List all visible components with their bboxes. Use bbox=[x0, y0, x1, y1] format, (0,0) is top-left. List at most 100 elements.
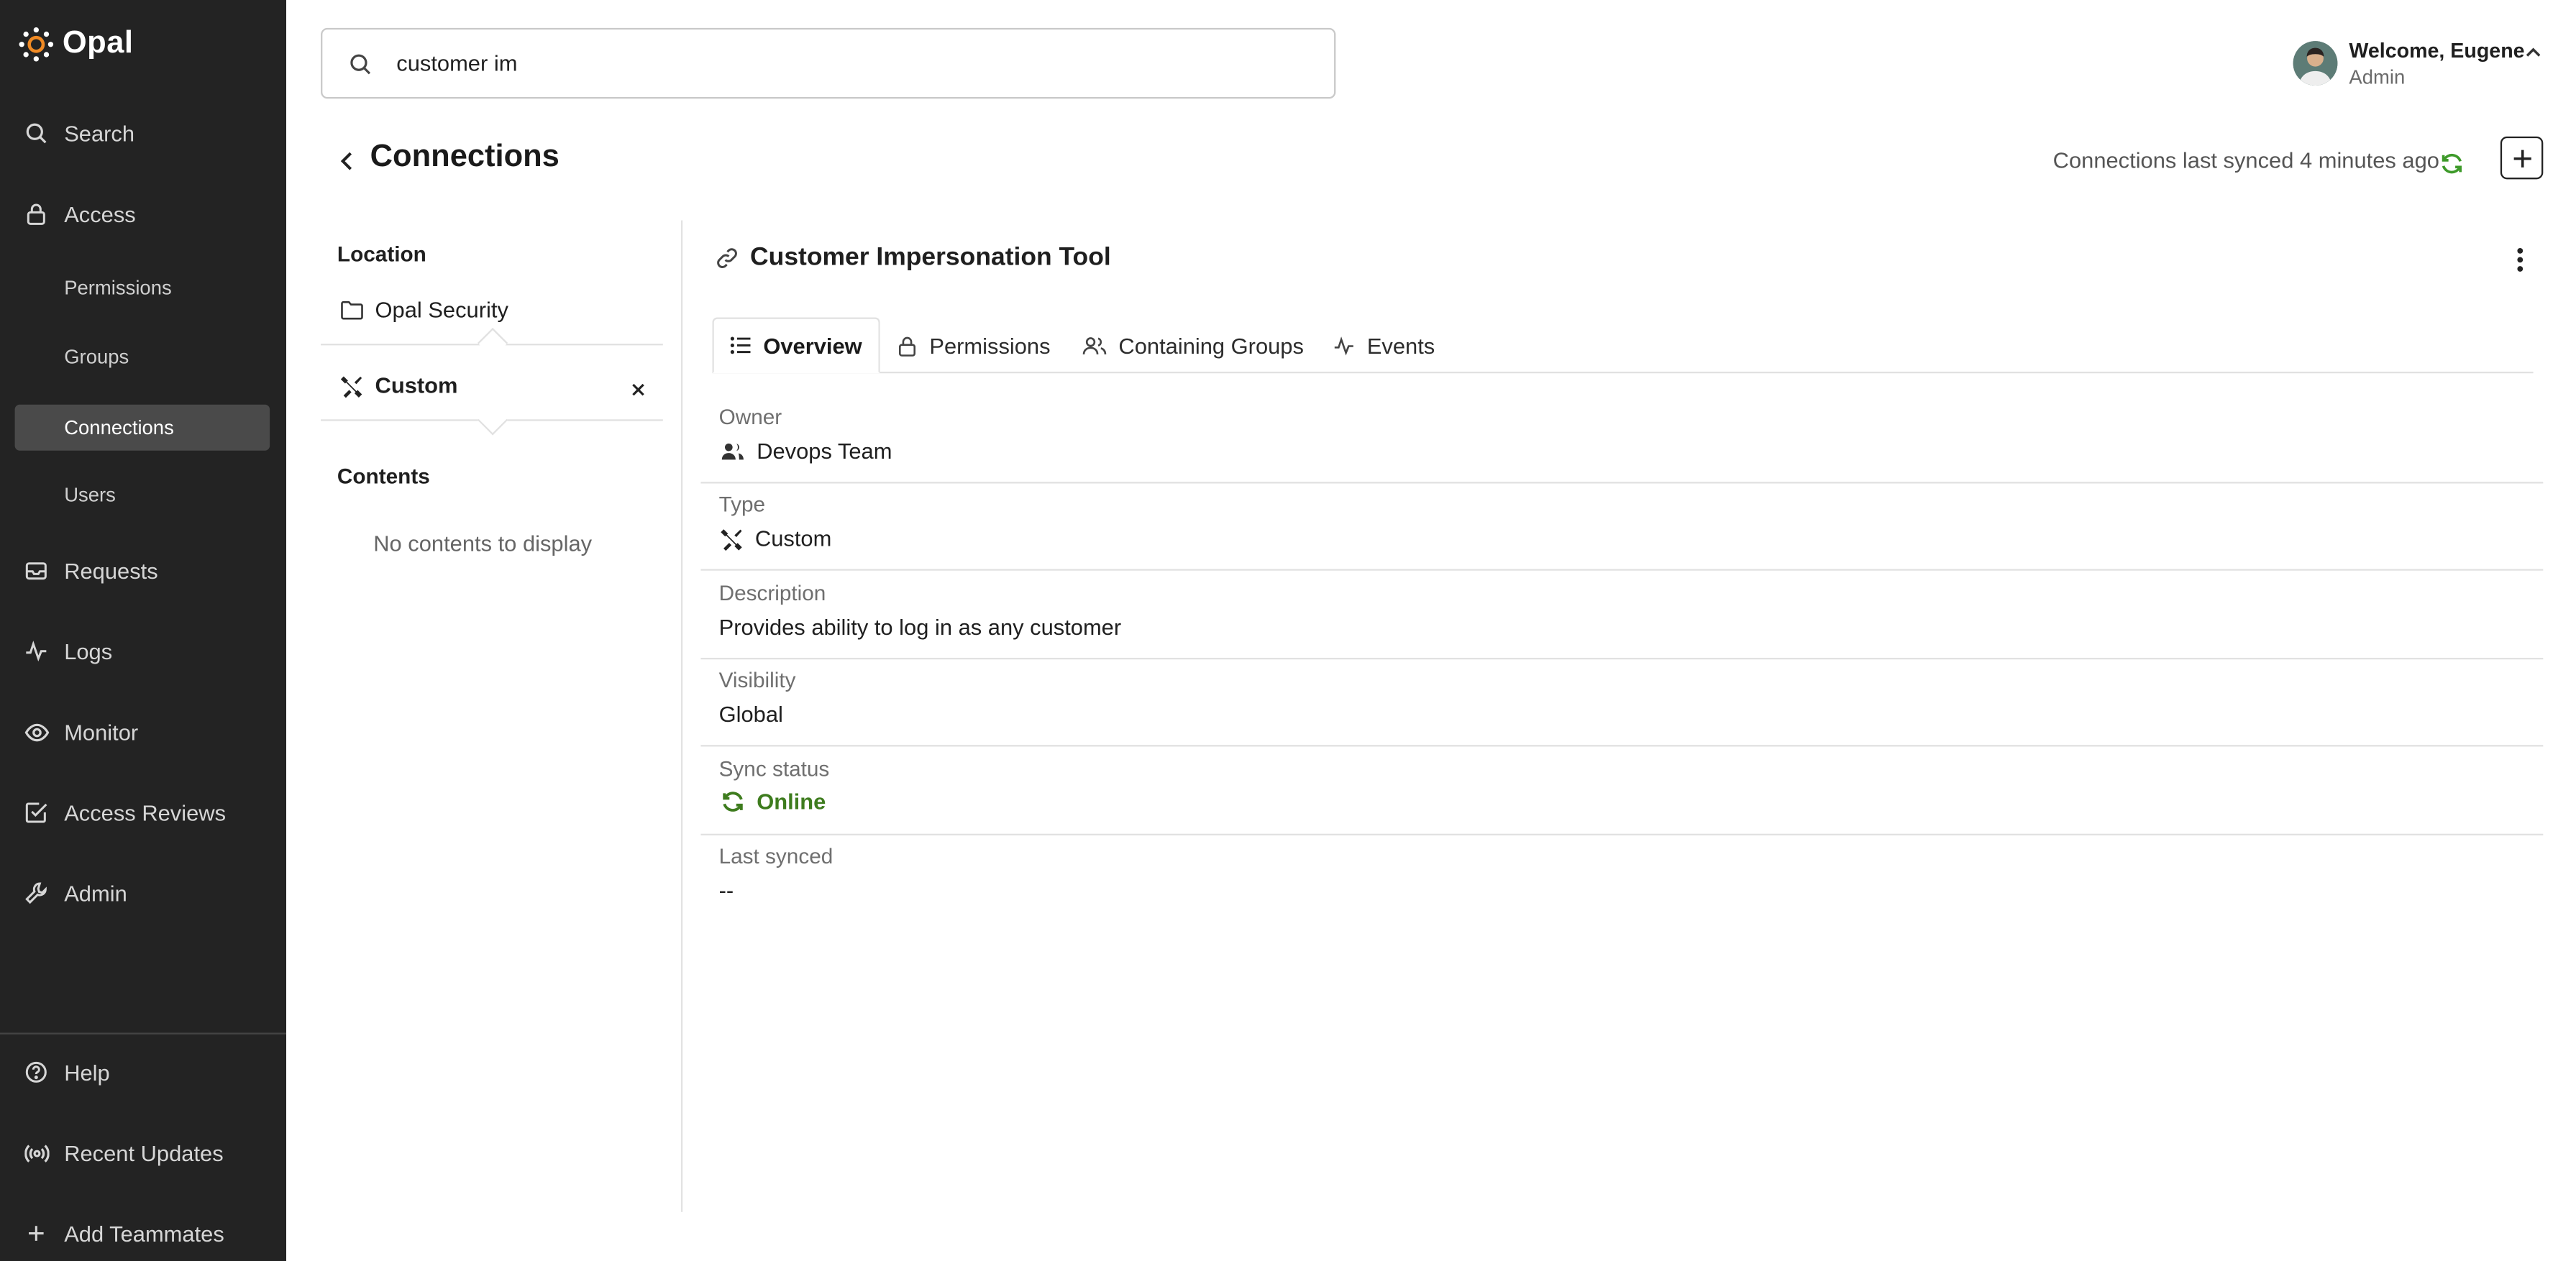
nav-access-reviews[interactable]: Access Reviews bbox=[0, 789, 286, 835]
more-vertical-icon[interactable] bbox=[2507, 245, 2534, 275]
nav-recent-updates[interactable]: Recent Updates bbox=[0, 1129, 286, 1175]
help-circle-icon bbox=[23, 1059, 50, 1086]
add-connection-button[interactable] bbox=[2500, 136, 2544, 180]
nav-monitor[interactable]: Monitor bbox=[0, 709, 286, 755]
plus-icon bbox=[2511, 147, 2533, 169]
contents-heading: Contents bbox=[337, 464, 430, 489]
sync-status-value: Online bbox=[721, 789, 826, 814]
location-heading: Location bbox=[337, 242, 426, 267]
activity-icon bbox=[1333, 334, 1356, 356]
nav-help[interactable]: Help bbox=[0, 1049, 286, 1095]
welcome-text: Welcome, Eugene bbox=[2349, 39, 2525, 63]
sync-status-value-text: Online bbox=[757, 789, 826, 815]
page-title: Connections bbox=[370, 139, 559, 175]
nav-sub-groups[interactable]: Groups bbox=[15, 334, 270, 380]
sync-status-text: Connections last synced 4 minutes ago bbox=[2052, 147, 2439, 173]
nav-sub-connections[interactable]: Connections bbox=[14, 404, 270, 451]
global-search[interactable] bbox=[321, 27, 1336, 99]
app-frame: Opal Search Access Permissions Groups Co… bbox=[0, 0, 2576, 1261]
users-icon bbox=[1082, 334, 1107, 356]
tab-overview[interactable]: Overview bbox=[712, 317, 880, 374]
row-divider bbox=[700, 833, 2544, 835]
nav-requests-label: Requests bbox=[64, 558, 158, 583]
row-divider bbox=[700, 657, 2544, 660]
user-menu[interactable]: Welcome, Eugene Admin bbox=[2293, 40, 2544, 92]
owner-value-text: Devops Team bbox=[757, 439, 892, 464]
panel-divider bbox=[680, 220, 683, 1212]
back-chevron-icon[interactable] bbox=[334, 148, 360, 175]
nav-recent-updates-label: Recent Updates bbox=[64, 1140, 224, 1165]
tools-icon bbox=[721, 527, 744, 550]
user-role: Admin bbox=[2349, 65, 2406, 89]
nav-sub-groups-label: Groups bbox=[64, 345, 129, 369]
sidebar-divider bbox=[0, 1032, 287, 1035]
empty-state-text: No contents to display bbox=[373, 531, 593, 556]
nav-sub-users-label: Users bbox=[64, 483, 116, 507]
row-divider bbox=[700, 745, 2544, 747]
nav-add-teammates-label: Add Teammates bbox=[64, 1221, 224, 1246]
checkbox-icon bbox=[23, 799, 50, 826]
nav-sub-connections-label: Connections bbox=[64, 416, 174, 439]
users-icon bbox=[721, 441, 745, 462]
nav-admin-label: Admin bbox=[64, 880, 127, 906]
nav-add-teammates[interactable]: Add Teammates bbox=[0, 1211, 286, 1257]
type-value: Custom bbox=[721, 526, 831, 551]
resource-title: Customer Impersonation Tool bbox=[716, 244, 1111, 273]
tools-icon bbox=[340, 374, 363, 398]
tab-containing-groups-label: Containing Groups bbox=[1118, 333, 1304, 358]
list-icon bbox=[730, 336, 752, 355]
search-input[interactable] bbox=[396, 46, 1285, 79]
chevron-up-icon[interactable] bbox=[2522, 41, 2545, 64]
owner-value[interactable]: Devops Team bbox=[721, 439, 892, 464]
tab-permissions[interactable]: Permissions bbox=[897, 317, 1051, 373]
nav-sub-permissions[interactable]: Permissions bbox=[15, 265, 270, 311]
nav-logs-label: Logs bbox=[64, 638, 113, 664]
last-synced-label: Last synced bbox=[718, 843, 833, 868]
search-icon bbox=[347, 51, 372, 75]
activity-icon bbox=[23, 638, 50, 665]
nav-access[interactable]: Access bbox=[0, 191, 286, 237]
folder-icon bbox=[340, 299, 363, 321]
nav-monitor-label: Monitor bbox=[64, 719, 139, 745]
nav-sub-users[interactable]: Users bbox=[15, 472, 270, 518]
selected-item-custom[interactable]: Custom bbox=[340, 373, 457, 398]
lock-icon bbox=[897, 334, 918, 356]
refresh-icon bbox=[721, 789, 745, 814]
type-label: Type bbox=[718, 491, 766, 517]
broadcast-icon bbox=[23, 1140, 50, 1166]
description-value: Provides ability to log in as any custom… bbox=[718, 615, 1122, 640]
tab-containing-groups[interactable]: Containing Groups bbox=[1082, 317, 1304, 373]
wrench-icon bbox=[23, 880, 50, 907]
nav-search-label: Search bbox=[64, 121, 135, 146]
avatar[interactable] bbox=[2293, 41, 2338, 86]
row-divider bbox=[700, 482, 2544, 484]
opal-logo-icon bbox=[18, 27, 54, 63]
selected-item-label: Custom bbox=[375, 373, 458, 398]
tree-connector bbox=[478, 327, 508, 358]
opal-logo[interactable]: Opal bbox=[18, 27, 133, 63]
resource-title-text: Customer Impersonation Tool bbox=[750, 243, 1111, 272]
inbox-icon bbox=[23, 557, 50, 584]
refresh-icon[interactable] bbox=[2438, 150, 2465, 176]
last-synced-value: -- bbox=[718, 878, 734, 903]
visibility-value: Global bbox=[718, 702, 783, 728]
link-icon bbox=[716, 247, 739, 270]
close-icon[interactable] bbox=[626, 378, 648, 400]
tree-connector bbox=[478, 405, 508, 436]
eye-icon bbox=[23, 719, 50, 746]
nav-admin[interactable]: Admin bbox=[0, 870, 286, 916]
nav-search[interactable]: Search bbox=[0, 110, 286, 156]
type-value-text: Custom bbox=[754, 526, 832, 551]
plus-icon bbox=[23, 1220, 50, 1247]
location-item-opal-security[interactable]: Opal Security bbox=[340, 298, 508, 322]
row-divider bbox=[700, 569, 2544, 571]
sidebar: Opal Search Access Permissions Groups Co… bbox=[0, 0, 287, 1261]
app-name: Opal bbox=[62, 26, 134, 61]
search-icon bbox=[23, 120, 50, 147]
nav-help-label: Help bbox=[64, 1060, 110, 1085]
nav-requests[interactable]: Requests bbox=[0, 548, 286, 594]
nav-logs[interactable]: Logs bbox=[0, 628, 286, 674]
description-label: Description bbox=[718, 580, 826, 605]
tab-events[interactable]: Events bbox=[1333, 317, 1435, 373]
nav-access-label: Access bbox=[64, 201, 136, 226]
